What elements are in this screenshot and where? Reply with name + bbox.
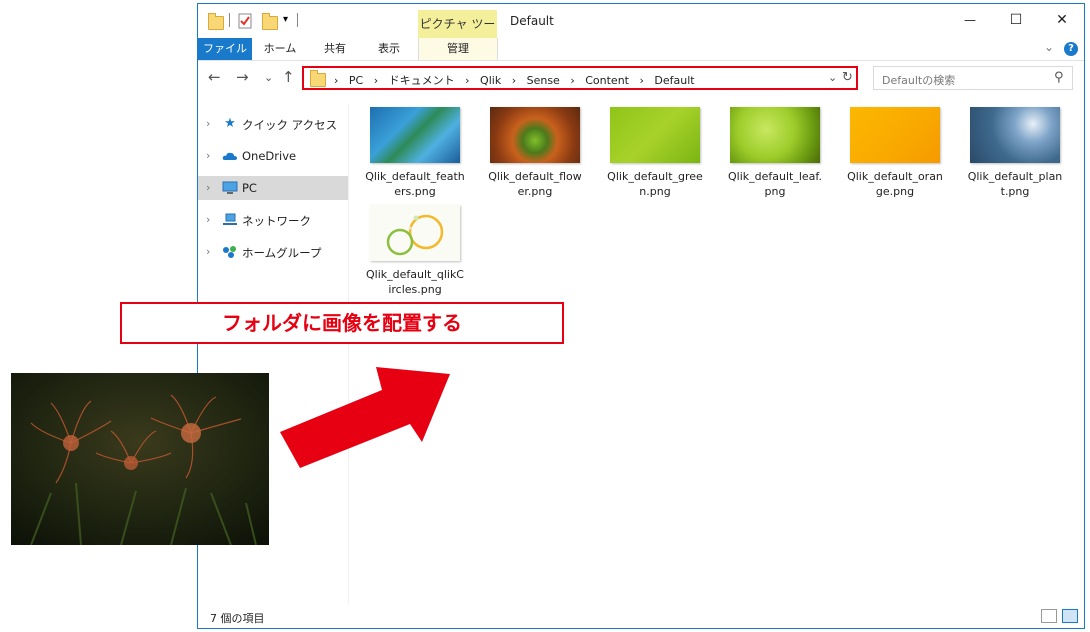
- breadcrumb-separator: ›: [570, 74, 575, 87]
- recent-locations-button[interactable]: ⌄: [264, 71, 273, 84]
- toolbar-divider: [229, 13, 230, 27]
- folder-icon[interactable]: [208, 13, 224, 30]
- chevron-right-icon[interactable]: ›: [206, 117, 210, 130]
- tab-file[interactable]: ファイル: [198, 38, 252, 60]
- maximize-button[interactable]: ☐: [993, 4, 1039, 36]
- file-name: Qlik_default_green.png: [607, 170, 703, 198]
- file-item[interactable]: Qlik_default_flower.png: [485, 107, 585, 199]
- file-name: Qlik_default_plant.png: [967, 170, 1063, 198]
- chevron-right-icon[interactable]: ›: [206, 181, 210, 194]
- file-thumbnail: [370, 107, 460, 163]
- breadcrumb-separator: ›: [639, 74, 644, 87]
- nav-item-label: クイック アクセス: [242, 118, 338, 132]
- ribbon-divider: [198, 60, 1084, 61]
- new-folder-icon[interactable]: [262, 13, 278, 30]
- help-icon[interactable]: ?: [1064, 42, 1078, 56]
- window-title: Default: [510, 14, 554, 28]
- nav-item-homegroup[interactable]: › ホームグループ: [198, 240, 348, 264]
- search-icon[interactable]: ⚲: [1054, 70, 1064, 85]
- file-item[interactable]: Qlik_default_orange.png: [845, 107, 945, 199]
- tab-manage[interactable]: 管理: [418, 38, 498, 60]
- breadcrumb-separator: ›: [334, 74, 339, 87]
- instruction-callout: フォルダに画像を配置する: [120, 302, 564, 344]
- customize-quick-access-icon[interactable]: ▾: [283, 14, 288, 25]
- breadcrumb-separator: ›: [511, 74, 517, 87]
- file-item[interactable]: Qlik_default_green.png: [605, 107, 705, 199]
- file-item[interactable]: Qlik_default_leaf.png: [725, 107, 825, 199]
- breadcrumb-sense[interactable]: Sense: [527, 74, 560, 87]
- star-icon: ★: [224, 116, 236, 131]
- breadcrumb-separator: ›: [465, 74, 470, 87]
- file-thumbnail: [610, 107, 700, 163]
- cloud-icon: [222, 152, 237, 160]
- file-thumbnail: [370, 205, 460, 261]
- search-box[interactable]: Defaultの検索 ⚲: [873, 66, 1073, 90]
- nav-item-label: ホームグループ: [242, 246, 322, 260]
- tab-home[interactable]: ホーム: [256, 38, 304, 60]
- file-name: Qlik_default_flower.png: [488, 170, 582, 198]
- close-button[interactable]: ✕: [1039, 4, 1084, 36]
- file-name: Qlik_default_leaf.png: [728, 170, 822, 198]
- file-thumbnail: [730, 107, 820, 163]
- nav-item-quick-access[interactable]: › ★ クイック アクセス: [198, 112, 348, 136]
- status-item-count: 7 個の項目: [210, 612, 265, 625]
- tab-view[interactable]: 表示: [364, 38, 414, 60]
- file-thumbnail: [850, 107, 940, 163]
- breadcrumb-documents[interactable]: ドキュメント: [389, 74, 455, 87]
- file-name: Qlik_default_orange.png: [847, 170, 943, 198]
- computer-icon: [222, 181, 238, 194]
- up-button[interactable]: ↑: [282, 68, 295, 86]
- nav-item-onedrive[interactable]: › OneDrive: [198, 144, 348, 168]
- network-icon: [223, 213, 237, 225]
- chevron-right-icon[interactable]: ›: [206, 213, 210, 226]
- file-item[interactable]: Qlik_default_plant.png: [965, 107, 1065, 199]
- breadcrumb-content[interactable]: Content: [585, 74, 629, 87]
- nav-item-label: ネットワーク: [242, 214, 311, 228]
- flower-photo: [11, 373, 269, 545]
- details-view-button[interactable]: [1041, 609, 1057, 623]
- file-item[interactable]: Qlik_default_qlikCircles.png: [365, 205, 465, 297]
- breadcrumb-default[interactable]: Default: [654, 74, 694, 87]
- title-bar: ▾ ピクチャ ツール Default — ☐ ✕: [198, 4, 1084, 59]
- breadcrumb: › PC › ドキュメント › Qlik › Sense › Content ›…: [334, 72, 702, 88]
- tab-share[interactable]: 共有: [310, 38, 360, 60]
- breadcrumb-separator: ›: [373, 74, 379, 87]
- folder-icon: [310, 70, 326, 87]
- properties-icon[interactable]: [238, 13, 252, 29]
- file-name: Qlik_default_qlikCircles.png: [366, 268, 464, 296]
- refresh-icon[interactable]: ↻: [842, 70, 853, 85]
- back-button[interactable]: ←: [208, 68, 221, 86]
- chevron-right-icon[interactable]: ›: [206, 149, 210, 162]
- search-placeholder: Defaultの検索: [882, 74, 956, 87]
- file-thumbnail: [970, 107, 1060, 163]
- file-thumbnail: [490, 107, 580, 163]
- nav-item-pc[interactable]: › PC: [198, 176, 348, 200]
- address-bar[interactable]: › PC › ドキュメント › Qlik › Sense › Content ›…: [302, 66, 858, 90]
- address-dropdown-icon[interactable]: ⌄: [828, 71, 837, 84]
- toolbar-divider: [297, 13, 298, 27]
- breadcrumb-qlik[interactable]: Qlik: [480, 74, 501, 87]
- ribbon-tabs: ファイル ホーム 共有 表示 管理 ⌄ ?: [198, 38, 1084, 60]
- forward-button[interactable]: →: [236, 68, 249, 86]
- nav-item-label: OneDrive: [242, 149, 297, 163]
- chevron-right-icon[interactable]: ›: [206, 245, 210, 258]
- nav-item-network[interactable]: › ネットワーク: [198, 208, 348, 232]
- expand-ribbon-icon[interactable]: ⌄: [1044, 40, 1054, 54]
- file-name: Qlik_default_feathers.png: [365, 170, 465, 198]
- picture-tools-context-tab[interactable]: ピクチャ ツール: [418, 10, 497, 59]
- red-arrow-icon: [280, 367, 450, 468]
- large-icons-view-button[interactable]: [1062, 609, 1078, 623]
- breadcrumb-pc[interactable]: PC: [349, 74, 363, 87]
- nav-item-label: PC: [242, 181, 257, 195]
- homegroup-icon: [223, 246, 236, 258]
- file-item[interactable]: Qlik_default_feathers.png: [365, 107, 465, 199]
- minimize-button[interactable]: —: [947, 4, 993, 36]
